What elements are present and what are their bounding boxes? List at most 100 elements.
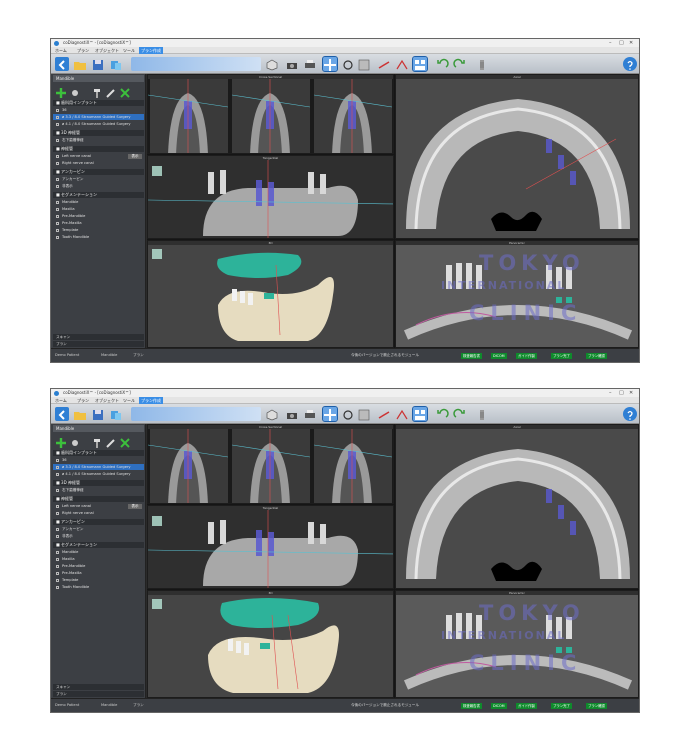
show-button[interactable]: 表示	[128, 153, 142, 159]
seg-row-tooth-mandible[interactable]: Tooth Mandible	[53, 234, 144, 240]
save-icon[interactable]	[91, 57, 105, 71]
visibility-icon[interactable]	[69, 84, 81, 96]
status-dicom-button[interactable]: DICOM	[491, 703, 507, 709]
anchor-pin-row[interactable]: アンカーピン	[53, 176, 144, 182]
menu-object[interactable]: オブジェクト	[95, 47, 119, 54]
section-segmentation[interactable]: ■ セグメンテーション	[53, 192, 144, 198]
anchor-pin-hidden-row[interactable]: 非表示	[53, 183, 144, 189]
help-icon[interactable]	[623, 407, 637, 421]
print-icon[interactable]	[303, 57, 317, 71]
seg-row-pre-mandible[interactable]: Pre-Mandible	[53, 563, 144, 569]
open-folder-icon[interactable]	[73, 407, 87, 421]
checkbox[interactable]	[56, 214, 59, 218]
seg-row-tooth-mandible[interactable]: Tooth Mandible	[53, 584, 144, 590]
checkbox[interactable]	[56, 138, 59, 142]
open-folder-icon[interactable]	[73, 57, 87, 71]
redo-icon[interactable]	[453, 407, 467, 421]
menu-plan-create[interactable]: プラン作成	[139, 397, 163, 404]
checkbox[interactable]	[56, 228, 59, 232]
status-plan-check-button[interactable]: プラン確認	[586, 703, 607, 709]
add-icon[interactable]	[55, 434, 67, 448]
checkbox[interactable]	[56, 177, 59, 181]
implant-icon[interactable]	[475, 407, 489, 421]
status-guide-button[interactable]: ガイド作製	[516, 703, 537, 709]
implant-icon[interactable]	[475, 57, 489, 71]
cube-icon[interactable]	[265, 57, 279, 71]
menu-object[interactable]: オブジェクト	[95, 397, 119, 404]
checkbox[interactable]	[56, 115, 59, 119]
implant-tool-icon[interactable]	[91, 84, 103, 98]
seg-row-pre-maxilla[interactable]: Pre-Maxilla	[53, 570, 144, 576]
cross-section-view[interactable]: Cross-Sectional	[147, 424, 394, 504]
delete-icon[interactable]	[119, 84, 131, 98]
three-d-view[interactable]: 3D	[147, 590, 394, 698]
measure-icon[interactable]	[377, 57, 391, 71]
brush-icon[interactable]	[105, 84, 117, 98]
add-icon[interactable]	[55, 84, 67, 98]
checkbox[interactable]	[56, 221, 59, 225]
status-report-button[interactable]: 検査報告書	[461, 353, 482, 359]
checkbox[interactable]	[56, 557, 59, 561]
save-icon[interactable]	[91, 407, 105, 421]
tangential-view[interactable]: Tangential	[147, 505, 394, 589]
checkbox[interactable]	[56, 571, 59, 575]
menu-home[interactable]: ホーム	[55, 397, 67, 404]
seg-row-mandible[interactable]: Mandible	[53, 199, 144, 205]
checkbox[interactable]	[56, 200, 59, 204]
checkbox[interactable]	[56, 585, 59, 589]
implant-row-selected[interactable]: ø 3.3 / 8.0 Straumann Guided Surgery	[53, 464, 144, 470]
anchor-pin-row[interactable]: アンカーピン	[53, 526, 144, 532]
checkbox[interactable]	[56, 564, 59, 568]
seg-row-pre-mandible[interactable]: Pre-Mandible	[53, 213, 144, 219]
checkbox[interactable]	[56, 472, 59, 476]
undo-icon[interactable]	[435, 57, 449, 71]
status-guide-button[interactable]: ガイド作製	[516, 353, 537, 359]
sidebar-bottom-scan[interactable]: スキャン	[53, 334, 144, 340]
nerve-row[interactable]: 右下歯槽神経	[53, 487, 144, 493]
seg-row-mandible[interactable]: Mandible	[53, 549, 144, 555]
move-icon[interactable]	[322, 406, 338, 422]
section-implants[interactable]: ■ 歯科用インプラント	[53, 100, 144, 106]
status-dicom-button[interactable]: DICOM	[491, 353, 507, 359]
delete-icon[interactable]	[119, 434, 131, 448]
section-implants[interactable]: ■ 歯科用インプラント	[53, 450, 144, 456]
view-layout-icon[interactable]	[412, 406, 428, 422]
three-d-view[interactable]: 3D	[147, 240, 394, 348]
status-mandible[interactable]: Mandible	[101, 703, 117, 707]
section-anchor-pins[interactable]: ■ アンカーピン	[53, 519, 144, 525]
angle-icon[interactable]	[395, 57, 409, 71]
implant-row-36[interactable]: 36	[53, 107, 144, 113]
nerve-canal-left[interactable]: Left nerve canal 表示	[53, 503, 144, 509]
brush-icon[interactable]	[105, 434, 117, 448]
section-nerve-canal[interactable]: ■ 神経管	[53, 496, 144, 502]
section-3d-nerve[interactable]: ■ 3D 神経管	[53, 480, 144, 486]
redo-icon[interactable]	[453, 57, 467, 71]
close-button[interactable]: ✕	[629, 389, 633, 397]
seg-row-template[interactable]: Template	[53, 577, 144, 583]
rotate-icon[interactable]	[341, 407, 355, 421]
status-patient[interactable]: Demo Patient	[55, 353, 79, 357]
anchor-pin-hidden-row[interactable]: 非表示	[53, 533, 144, 539]
show-button[interactable]: 表示	[128, 503, 142, 509]
nerve-canal-right[interactable]: Right nerve canal	[53, 510, 144, 516]
tangential-view[interactable]: Tangential	[147, 155, 394, 239]
checkbox[interactable]	[56, 458, 59, 462]
checkbox[interactable]	[56, 488, 59, 492]
section-segmentation[interactable]: ■ セグメンテーション	[53, 542, 144, 548]
checkbox[interactable]	[56, 465, 59, 469]
checkbox[interactable]	[56, 108, 59, 112]
section-anchor-pins[interactable]: ■ アンカーピン	[53, 169, 144, 175]
seg-row-template[interactable]: Template	[53, 227, 144, 233]
view-layout-icon[interactable]	[412, 56, 428, 72]
implant-row[interactable]: ø 4.1 / 8.0 Straumann Guided Surgery	[53, 121, 144, 127]
rotate-icon[interactable]	[341, 57, 355, 71]
axial-view[interactable]: Axial	[395, 424, 639, 589]
cross-section-view[interactable]: Cross-Sectional	[147, 74, 394, 154]
sidebar-bottom-plan[interactable]: プラン	[53, 341, 144, 347]
back-icon[interactable]	[55, 57, 69, 71]
checkbox[interactable]	[56, 534, 59, 538]
status-report-button[interactable]: 検査報告書	[461, 703, 482, 709]
status-mandible[interactable]: Mandible	[101, 353, 117, 357]
visibility-icon[interactable]	[69, 434, 81, 446]
menu-plan[interactable]: プラン	[77, 47, 89, 54]
